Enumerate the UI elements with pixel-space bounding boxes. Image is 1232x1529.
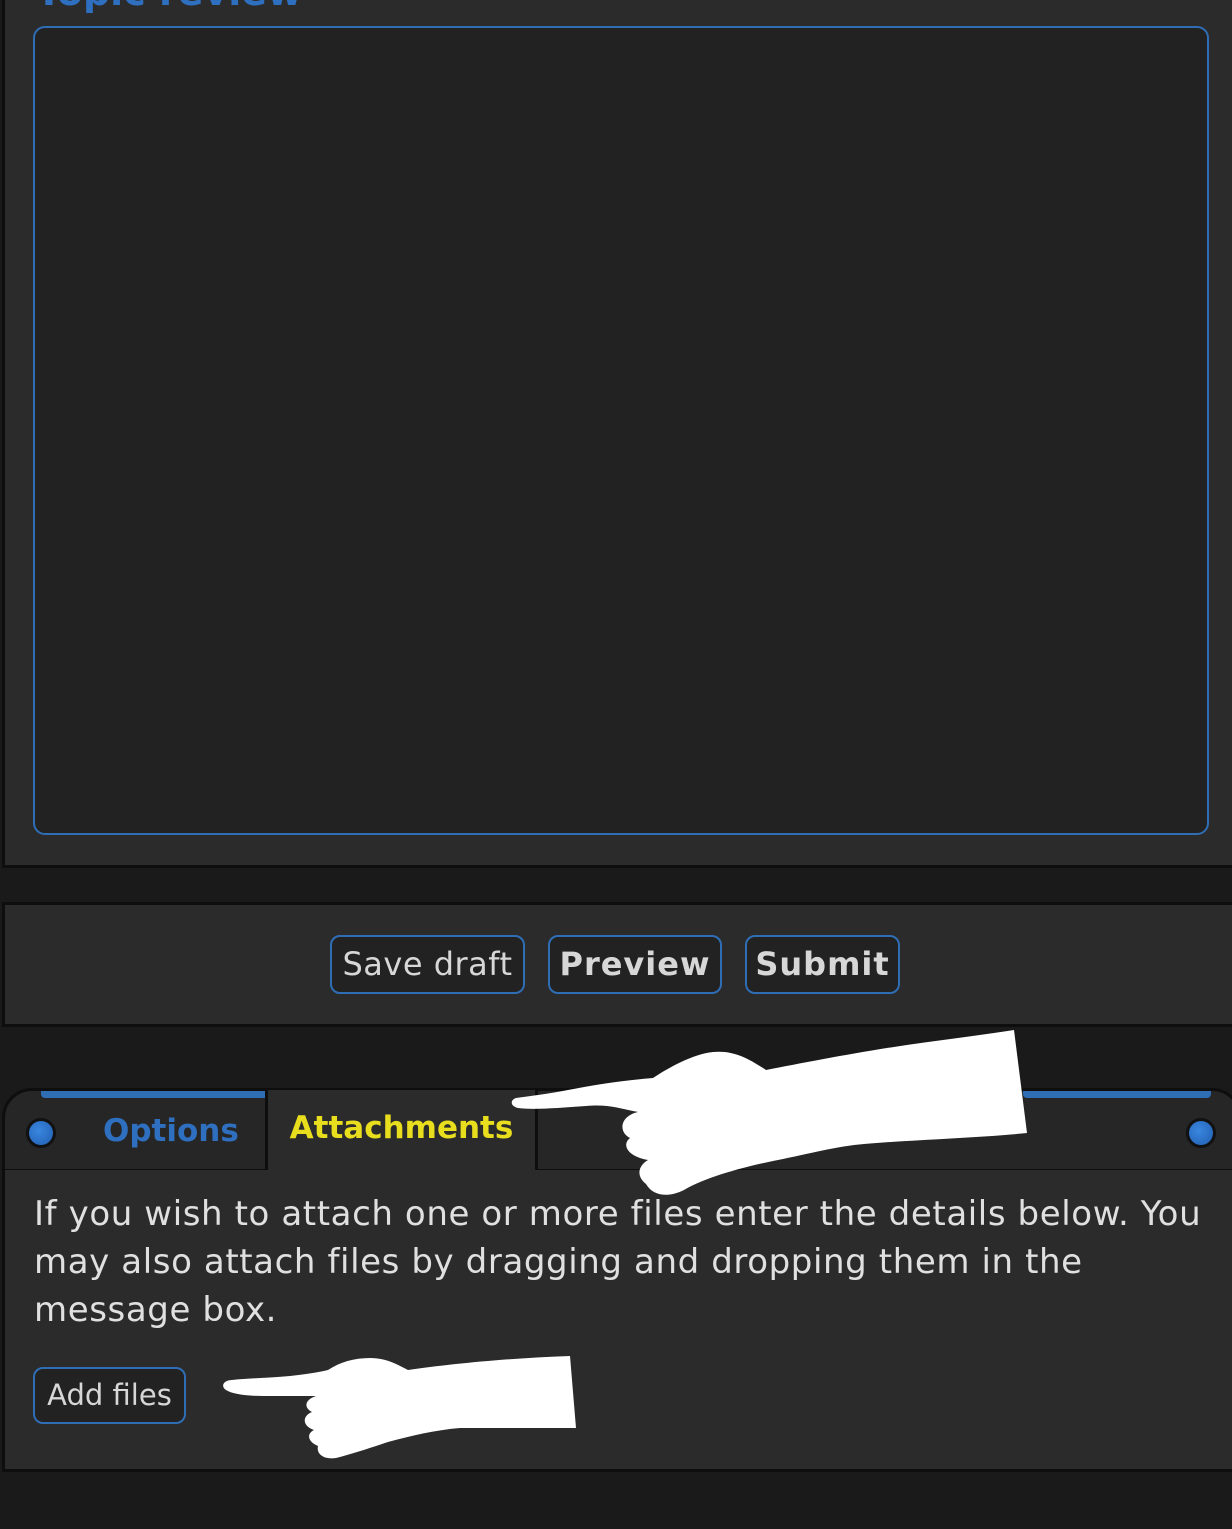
posting-page: Topic review Save draft Preview Submit O… bbox=[0, 0, 1232, 1529]
submit-button[interactable]: Submit bbox=[745, 935, 900, 994]
tab-options[interactable]: Options bbox=[103, 1108, 239, 1154]
tabs-right-dot-icon bbox=[1186, 1118, 1216, 1148]
save-draft-button[interactable]: Save draft bbox=[330, 935, 525, 994]
tabs-accent-right bbox=[1023, 1091, 1211, 1098]
tab-attachments[interactable]: Attachments bbox=[265, 1090, 538, 1174]
attachments-help-text: If you wish to attach one or more files … bbox=[34, 1194, 1202, 1330]
preview-button[interactable]: Preview bbox=[548, 935, 722, 994]
tabs-left-dot-icon bbox=[26, 1118, 56, 1148]
add-files-button[interactable]: Add files bbox=[33, 1367, 186, 1424]
topic-review-box[interactable] bbox=[33, 26, 1209, 835]
topic-review-title: Topic review bbox=[36, 0, 302, 12]
tabs-accent-left bbox=[41, 1091, 273, 1098]
